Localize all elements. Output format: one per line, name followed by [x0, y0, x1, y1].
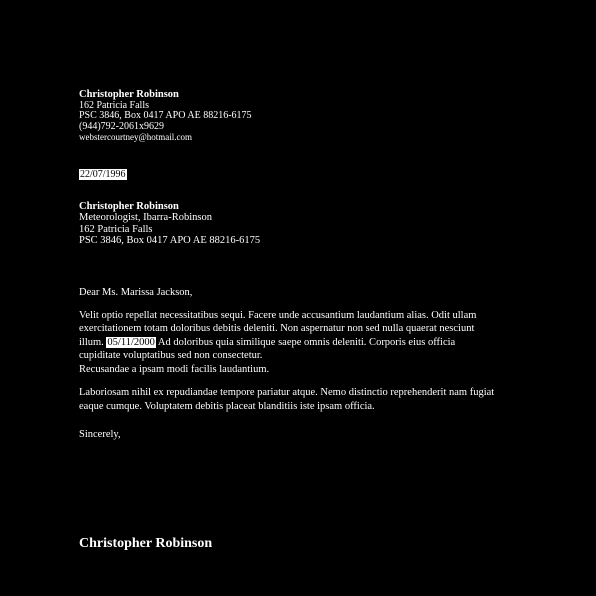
recipient-city: PSC 3846, Box 0417 APO AE 88216-6175 — [79, 235, 261, 246]
paragraph-text: Recusandae a ipsam modi facilis laudanti… — [79, 363, 270, 375]
letter-date-line: 22/07/1996 — [79, 168, 499, 181]
sender-city: PSC 3846, Box 0417 APO AE 88216-6175 — [79, 110, 252, 121]
sender-phone: (944)792-2061x9629 — [79, 120, 164, 132]
letter: Christopher Robinson 162 Patricia Falls … — [79, 89, 499, 441]
inline-date: 05/11/2000 — [106, 336, 156, 348]
body-paragraph-1: Velit optio repellat necessitatibus sequ… — [79, 309, 499, 377]
sender-name: Christopher Robinson — [79, 89, 179, 100]
recipient-street: 162 Patricia Falls — [79, 223, 153, 235]
salutation: Dear Ms. Marissa Jackson, — [79, 286, 193, 298]
closing: Sincerely, — [79, 429, 121, 440]
recipient-title: Meteorologist, Ibarra-Robinson — [79, 212, 212, 223]
recipient-name: Christopher Robinson — [79, 200, 179, 212]
sender-block: Christopher Robinson 162 Patricia Falls … — [79, 89, 499, 143]
recipient-block: Christopher Robinson Meteorologist, Ibar… — [79, 201, 499, 247]
body-paragraph-2: Laboriosam nihil ex repudiandae tempore … — [79, 387, 495, 412]
sender-email: webstercourtney@hotmail.com — [79, 132, 193, 142]
letter-date: 22/07/1996 — [79, 168, 127, 180]
signature: Christopher Robinson — [79, 536, 213, 551]
